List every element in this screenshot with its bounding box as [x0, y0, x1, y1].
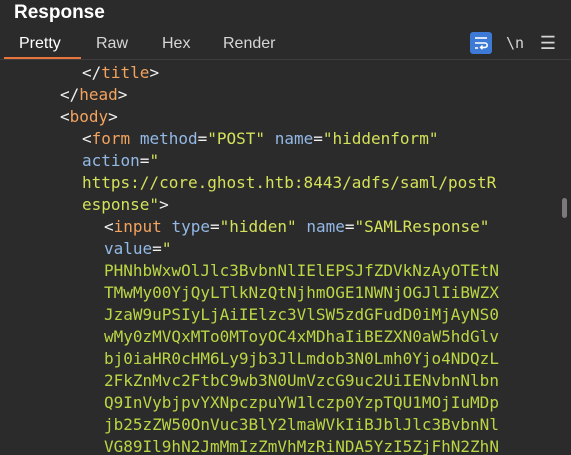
wrap-lines-icon: [475, 37, 488, 50]
value-line: 2FkZnMvc2FtbC9wb3N0UmVzcG9uc2UiIENvbnNlb…: [104, 371, 499, 390]
code-line: <form method="POST" name="hiddenform": [82, 129, 439, 148]
code-line: <input type="hidden" name="SAMLResponse": [104, 217, 490, 236]
panel-title: Response: [14, 2, 105, 23]
code-line: https://core.ghost.htb:8443/adfs/saml/po…: [82, 173, 497, 192]
response-code-view[interactable]: </title> </head> <body> <form method="PO…: [0, 60, 571, 455]
value-line: jb25zZW50OnVuc3BlY2lmaWVkIiBJblJlc3BvbnN…: [104, 415, 499, 434]
code-line: <body>: [60, 107, 118, 126]
code-line: </head>: [60, 85, 128, 104]
show-newlines-button[interactable]: \n: [504, 32, 526, 54]
hamburger-menu-icon[interactable]: ☰: [537, 32, 559, 54]
value-line: bj0iaHR0cHM6Ly9jb3JlLmdob3N0Lmh0Yjo4NDQz…: [104, 349, 499, 368]
code-line: esponse">: [82, 195, 169, 214]
tab-raw[interactable]: Raw: [96, 30, 128, 58]
value-line: JzaW9uPSIyLjAiIElzc3VlSW5zdGFudD0iMjAyNS…: [104, 305, 499, 324]
code-line: </title>: [82, 63, 160, 82]
value-line: VG89Il9hN2JmMmIzZmVhMzRiNDA5YzI5ZjFhN2Zh…: [104, 437, 499, 455]
value-line: PHNhbWxwOlJlc3BvbnNlIElEPSJfZDVkNzAyOTEt…: [104, 261, 499, 280]
tab-hex[interactable]: Hex: [162, 30, 190, 58]
code-line: action=": [82, 151, 160, 170]
code-line: value=": [104, 239, 172, 258]
value-line: wMy0zMVQxMTo0MToyOC4xMDhaIiBEZXN0aW5hdGl…: [104, 327, 499, 346]
value-line: TMwMy00YjQyLTlkNzQtNjhmOGE1NWNjOGJlIiBWZ…: [104, 283, 499, 302]
value-line: Q9InVybjpvYXNpczpuYW1lczp0YzpTQU1MOjIuMD…: [104, 393, 499, 412]
tab-render[interactable]: Render: [223, 30, 275, 58]
vertical-scrollbar[interactable]: [562, 198, 567, 218]
wrap-lines-button[interactable]: [470, 32, 492, 54]
tab-pretty[interactable]: Pretty: [19, 30, 61, 58]
